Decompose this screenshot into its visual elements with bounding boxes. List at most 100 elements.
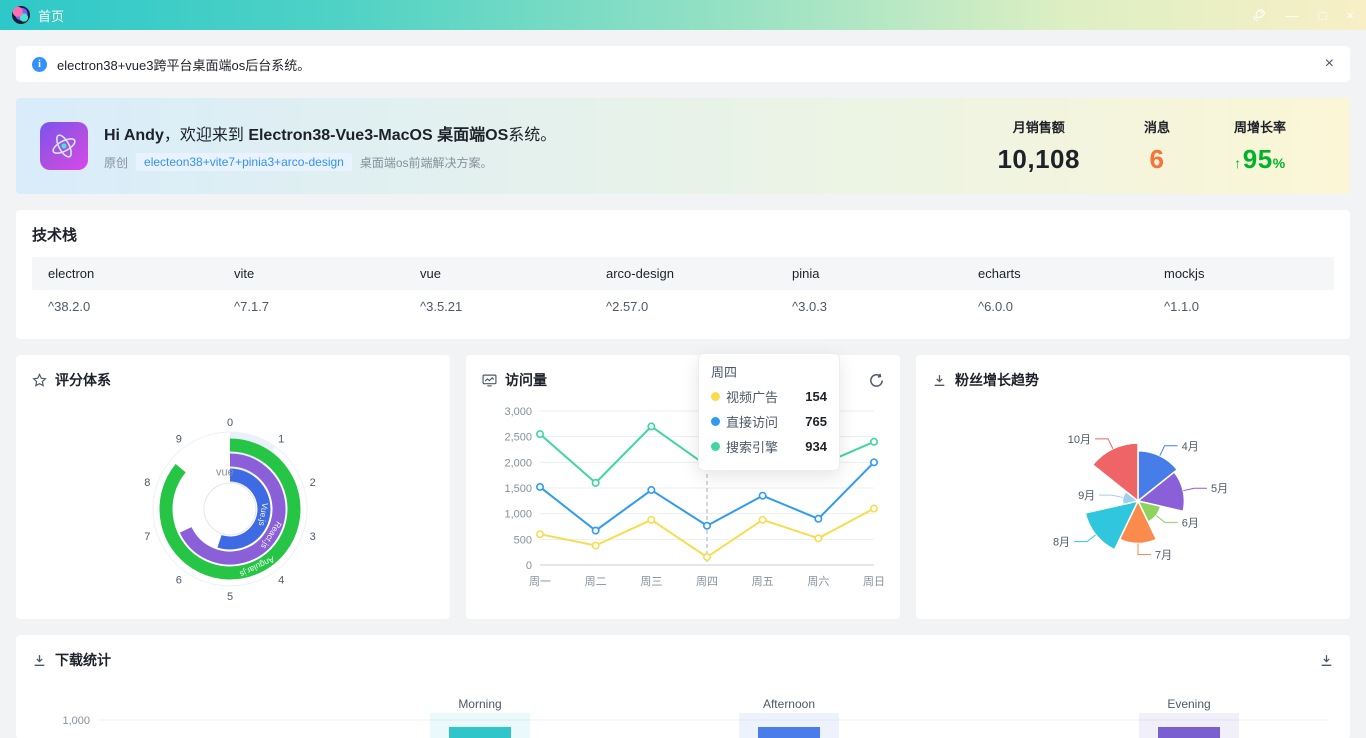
welcome-mid: ，欢迎来到 (163, 127, 249, 144)
rating-card-title: 评分体系 (55, 372, 111, 388)
tech-version-cell: ^2.57.0 (606, 299, 649, 314)
tech-stack-card: 技术栈 electron vite vue arco-design pinia echar… (16, 210, 1350, 339)
maximize-button[interactable]: □ (1319, 9, 1327, 22)
svg-text:5: 5 (227, 591, 233, 602)
info-icon: i (32, 56, 47, 72)
series-dot-icon (711, 392, 720, 401)
downloads-chart[interactable]: 1,000 Morning Afternoon Evening (32, 677, 1334, 738)
tech-column-header: arco-design (606, 266, 674, 281)
svg-text:周四: 周四 (696, 575, 718, 588)
trend-icon (934, 374, 945, 386)
window-title: 首页 (38, 8, 65, 24)
svg-text:10月: 10月 (1068, 434, 1091, 446)
tooltip-row: 视频广告 154 (711, 387, 827, 406)
svg-text:0: 0 (227, 417, 233, 429)
tooltip-row: 搜索引擎 934 (711, 437, 827, 456)
chart-tooltip: 周四 视频广告 154 直接访问 765 搜索引擎 934 (698, 353, 840, 471)
svg-text:vue: vue (216, 466, 234, 478)
svg-text:2: 2 (310, 477, 316, 489)
tech-stack-title: 技术栈 (32, 227, 78, 244)
downloads-card: 下载统计 1,000 Morning Afternoon Evening (16, 635, 1350, 738)
download-icon (34, 654, 45, 666)
welcome-tail-bold: 桌面端OS (432, 127, 509, 144)
svg-text:周日: 周日 (863, 575, 884, 588)
svg-text:7: 7 (144, 531, 150, 543)
stack-tag[interactable]: electeon38+vite7+pinia3+arco-design (136, 153, 352, 171)
visits-card-title: 访问量 (505, 372, 547, 388)
tech-column-header: pinia (792, 266, 820, 281)
welcome-desc: 桌面端os前端解决方案。 (359, 155, 493, 170)
fans-chart[interactable]: 4月 5月 6月 7月 8月 9月 10月 (932, 397, 1334, 602)
svg-text:1,000: 1,000 (504, 509, 532, 521)
tech-version-cell: ^6.0.0 (978, 299, 1014, 314)
svg-text:4月: 4月 (1182, 441, 1199, 453)
tech-column-header: vue (420, 266, 441, 281)
refresh-icon[interactable] (869, 373, 884, 388)
welcome-stats: 月销售额 10,108 消息 6 周增长率 ↑95% (997, 117, 1326, 175)
fans-card-title: 粉丝增长趋势 (955, 372, 1039, 388)
visits-icon (482, 374, 497, 386)
rocket-icon[interactable] (1252, 8, 1266, 22)
origin-label: 原创 (104, 155, 129, 170)
app-logo-icon (12, 6, 30, 24)
welcome-greeting: Hi Andy (104, 127, 164, 144)
svg-text:周六: 周六 (807, 575, 829, 588)
tech-table-row: ^38.2.0 ^7.1.7 ^3.5.21 ^2.57.0 ^3.0.3 ^6.0.0 ^… (32, 290, 1334, 323)
alert-close-icon[interactable]: × (1325, 55, 1334, 73)
welcome-brand: Electron38-Vue3-MacOS (248, 127, 433, 144)
downloads-card-title: 下载统计 (55, 652, 111, 668)
svg-text:周五: 周五 (752, 575, 774, 588)
brand-logo (40, 122, 88, 170)
svg-text:4: 4 (278, 574, 284, 586)
star-icon (32, 372, 47, 387)
svg-text:8月: 8月 (1053, 537, 1070, 549)
minimize-button[interactable]: — (1286, 9, 1299, 22)
rating-chart[interactable]: 0123456789Vue.jsReact.jsAngular.jsvue (32, 397, 434, 602)
svg-text:9月: 9月 (1078, 490, 1095, 502)
svg-text:1,500: 1,500 (504, 483, 532, 495)
up-arrow-icon: ↑ (1234, 155, 1242, 171)
svg-text:500: 500 (514, 534, 532, 546)
series-dot-icon (711, 442, 720, 451)
stat-weekly-growth: 周增长率 ↑95% (1233, 120, 1286, 174)
svg-text:9: 9 (176, 434, 182, 446)
page-content: i electron38+vue3跨平台桌面端os后台系统。 × Hi Andy… (0, 30, 1366, 738)
tech-version-cell: ^7.1.7 (234, 299, 270, 314)
svg-text:8: 8 (144, 477, 150, 489)
tech-version-cell: ^3.0.3 (792, 299, 828, 314)
svg-text:周三: 周三 (640, 575, 662, 588)
svg-text:Afternoon: Afternoon (763, 697, 815, 711)
svg-text:周一: 周一 (529, 575, 551, 588)
welcome-subtitle: 原创 electeon38+vite7+pinia3+arco-design 桌… (104, 153, 556, 171)
svg-text:3,000: 3,000 (504, 406, 532, 418)
svg-text:3: 3 (310, 531, 316, 543)
welcome-text: Hi Andy，欢迎来到 Electron38-Vue3-MacOS 桌面端OS… (104, 121, 556, 171)
tech-column-header: vite (234, 266, 255, 281)
tech-version-cell: ^1.1.0 (1164, 299, 1200, 314)
close-button[interactable]: × (1346, 9, 1354, 22)
tooltip-row: 直接访问 765 (711, 412, 827, 431)
svg-text:7月: 7月 (1155, 550, 1172, 562)
svg-text:Morning: Morning (458, 697, 501, 711)
export-download-icon[interactable] (1319, 653, 1334, 668)
welcome-card: Hi Andy，欢迎来到 Electron38-Vue3-MacOS 桌面端OS… (16, 98, 1350, 194)
svg-text:0: 0 (526, 560, 532, 572)
svg-text:6月: 6月 (1182, 517, 1199, 529)
fans-card: 粉丝增长趋势 4月 5月 6月 7月 8月 9月 10月 (916, 355, 1350, 619)
svg-text:1,000: 1,000 (62, 715, 90, 727)
charts-row: 评分体系 0 1 2 3 4 5 6 7 8 9 Vue.js React.js Angular.js v… (16, 353, 1350, 619)
tech-column-header: echarts (978, 266, 1021, 281)
alert-banner: i electron38+vue3跨平台桌面端os后台系统。 × (16, 46, 1350, 82)
rating-card: 评分体系 0 1 2 3 4 5 6 7 8 9 Vue.js React.js Angular.js v… (16, 355, 450, 619)
welcome-title: Hi Andy，欢迎来到 Electron38-Vue3-MacOS 桌面端OS… (104, 121, 556, 145)
svg-text:5月: 5月 (1211, 483, 1228, 495)
tech-column-header: electron (48, 266, 95, 281)
svg-text:周二: 周二 (585, 575, 607, 588)
svg-text:2,500: 2,500 (504, 432, 532, 444)
tech-table-header: electron vite vue arco-design pinia echarts mo… (32, 257, 1334, 290)
svg-text:1: 1 (278, 434, 284, 446)
stat-monthly-sales: 月销售额 10,108 (997, 120, 1080, 174)
tech-column-header: mockjs (1164, 266, 1205, 281)
titlebar: 首页 — □ × (0, 0, 1366, 30)
series-dot-icon (711, 417, 720, 426)
